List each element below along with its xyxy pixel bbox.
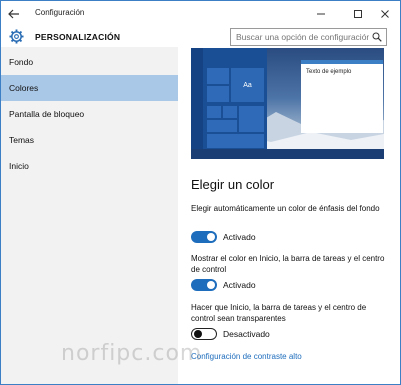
show-color-toggle[interactable]	[191, 279, 217, 291]
preview-tile	[223, 106, 237, 118]
maximize-icon	[354, 10, 362, 18]
search-box[interactable]	[230, 28, 387, 46]
maximize-button[interactable]	[343, 1, 373, 27]
preview-taskbar	[191, 149, 384, 159]
preview-tile	[239, 106, 264, 132]
gear-icon	[9, 29, 24, 44]
preview-start-rail	[191, 48, 203, 159]
option-transparency-label: Hacer que Inicio, la barra de tareas y e…	[191, 303, 367, 323]
toggle-knob	[207, 281, 215, 289]
preview-tile	[207, 106, 221, 118]
window-title: Configuración	[35, 8, 85, 17]
preview-tile	[207, 68, 229, 84]
sidebar-item-colores[interactable]: Colores	[1, 75, 178, 101]
color-preview: Aa Texto de ejemplo	[191, 48, 384, 159]
preview-window: Texto de ejemplo	[301, 60, 383, 133]
transparency-state: Desactivado	[223, 329, 270, 339]
option-auto-accent-label: Elegir automáticamente un color de énfas…	[191, 204, 380, 213]
sidebar-item-pantalla-de-bloqueo[interactable]: Pantalla de bloqueo	[1, 101, 178, 127]
watermark: norfipc.com	[61, 341, 203, 366]
preview-tile	[207, 120, 237, 132]
minimize-button[interactable]	[306, 1, 336, 27]
search-icon[interactable]	[372, 32, 382, 42]
toggle-knob	[194, 329, 202, 338]
sidebar-item-fondo[interactable]: Fondo	[1, 49, 178, 75]
back-button[interactable]	[5, 5, 23, 23]
close-button[interactable]	[370, 1, 400, 27]
close-icon	[381, 10, 389, 18]
auto-accent-toggle[interactable]	[191, 231, 217, 243]
sidebar: Fondo Colores Pantalla de bloqueo Temas …	[1, 47, 178, 384]
settings-window: Configuración PERSONALIZACIÓN Buscar una…	[0, 0, 401, 385]
minimize-icon	[317, 13, 325, 15]
sidebar-item-inicio[interactable]: Inicio	[1, 153, 178, 179]
auto-accent-state: Activado	[223, 232, 256, 242]
high-contrast-link[interactable]: Configuración de contraste alto	[191, 352, 302, 361]
back-arrow-icon	[8, 9, 19, 19]
preview-start-menu: Aa	[191, 48, 267, 159]
settings-header: PERSONALIZACIÓN	[1, 27, 400, 47]
title-bar: Configuración	[1, 1, 400, 27]
section-heading: Elegir un color	[191, 177, 275, 192]
search-input[interactable]	[231, 29, 369, 45]
sidebar-item-temas[interactable]: Temas	[1, 127, 178, 153]
toggle-knob	[207, 233, 215, 241]
show-color-state: Activado	[223, 280, 256, 290]
preview-sample-text: Texto de ejemplo	[306, 69, 352, 75]
preview-tile	[207, 86, 229, 102]
transparency-toggle[interactable]	[191, 328, 217, 340]
main-content: Aa Texto de ejemplo Elegir un color Eleg…	[178, 47, 400, 384]
preview-tile	[207, 134, 264, 148]
page-title: PERSONALIZACIÓN	[35, 32, 121, 42]
option-show-color-label: Mostrar el color en Inicio, la barra de …	[191, 254, 385, 274]
preview-tile-aa: Aa	[231, 68, 264, 102]
